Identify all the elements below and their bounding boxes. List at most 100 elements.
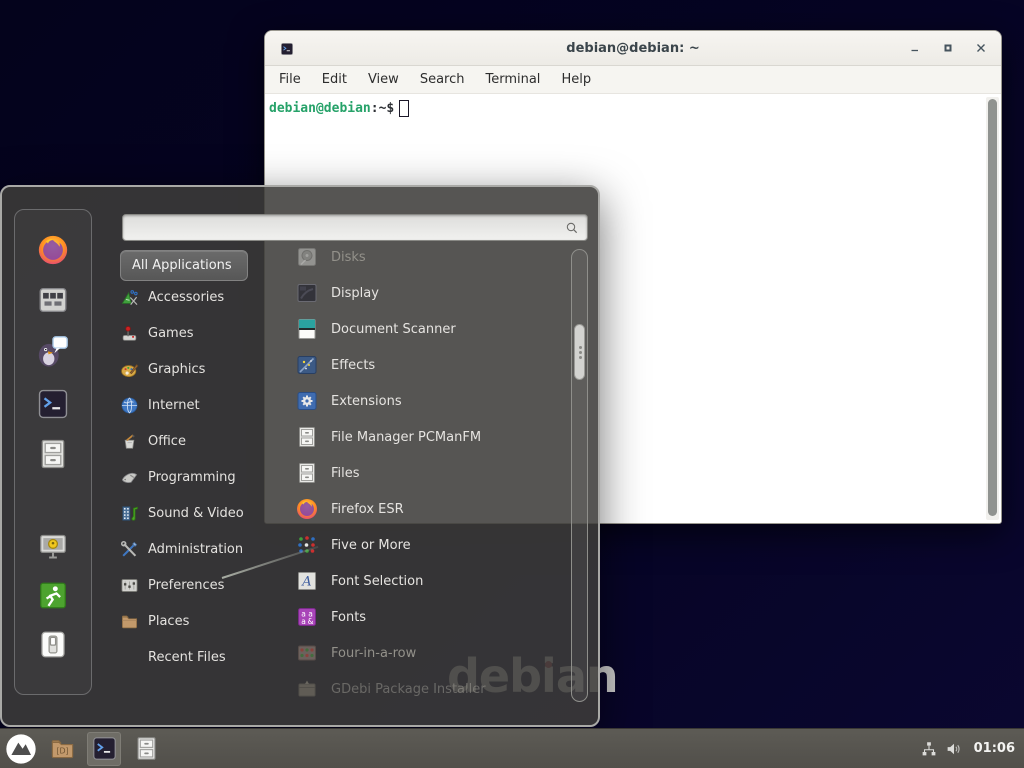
category-label: Places xyxy=(148,614,189,629)
category-office[interactable]: Office xyxy=(120,423,272,459)
terminal-menu-edit[interactable]: Edit xyxy=(320,71,349,88)
terminal-menubar: File Edit View Search Terminal Help xyxy=(265,66,1001,94)
category-label: Accessories xyxy=(148,290,224,305)
app-font-selection[interactable]: A Font Selection xyxy=(295,563,567,599)
session-lock-screen-button[interactable] xyxy=(38,531,69,562)
taskbar-file-manager-folder-button[interactable]: [D] xyxy=(45,732,79,766)
effects-icon xyxy=(295,353,319,377)
app-gdebi-package-installer[interactable]: GDebi Package Installer xyxy=(295,671,567,707)
all-applications-button[interactable]: All Applications xyxy=(120,250,248,281)
app-label: File Manager PCManFM xyxy=(331,430,481,445)
favorite-firefox-button[interactable] xyxy=(36,233,70,267)
app-effects[interactable]: Effects xyxy=(295,347,567,383)
scrollbar-grip xyxy=(579,346,582,349)
app-fonts[interactable]: aaa&Fonts xyxy=(295,599,567,635)
programming-icon xyxy=(120,468,139,487)
app-display[interactable]: Display xyxy=(295,275,567,311)
menu-search-bar[interactable] xyxy=(122,214,588,241)
category-programming[interactable]: Programming xyxy=(120,459,272,495)
terminal-menu-file[interactable]: File xyxy=(277,71,303,88)
favorite-software-button[interactable] xyxy=(36,283,70,317)
category-label: Sound & Video xyxy=(148,506,244,521)
app-label: GDebi Package Installer xyxy=(331,682,486,697)
office-icon xyxy=(120,432,139,451)
search-icon xyxy=(564,220,580,236)
category-label: Administration xyxy=(148,542,243,557)
category-graphics[interactable]: Graphics xyxy=(120,351,272,387)
window-minimize-icon[interactable] xyxy=(909,42,921,54)
category-places[interactable]: Places xyxy=(120,603,272,639)
category-administration[interactable]: Administration xyxy=(120,531,272,567)
firefox-icon xyxy=(295,497,319,521)
app-extensions[interactable]: Extensions xyxy=(295,383,567,419)
favorite-terminal-button[interactable] xyxy=(36,387,70,421)
app-label: Font Selection xyxy=(331,574,423,589)
window-controls xyxy=(909,31,987,65)
terminal-menu-terminal[interactable]: Terminal xyxy=(483,71,542,88)
app-label: Display xyxy=(331,286,379,301)
app-label: Extensions xyxy=(331,394,402,409)
terminal-app-icon xyxy=(36,387,70,421)
accessories-icon xyxy=(120,288,139,307)
extensions-icon xyxy=(295,389,319,413)
file-cabinet-icon xyxy=(295,425,319,449)
volume-icon[interactable] xyxy=(945,740,963,758)
app-four-in-a-row[interactable]: Four-in-a-row xyxy=(295,635,567,671)
app-firefox-esr[interactable]: Firefox ESR xyxy=(295,491,567,527)
gdebi-icon xyxy=(295,677,319,701)
category-accessories[interactable]: Accessories xyxy=(120,279,272,315)
session-log-out-button[interactable] xyxy=(38,580,69,611)
menu-button[interactable] xyxy=(5,733,37,765)
window-close-icon[interactable] xyxy=(975,42,987,54)
app-label: Disks xyxy=(331,250,366,265)
log-out-icon xyxy=(38,580,69,611)
system-tray xyxy=(920,740,963,758)
session-quit-button[interactable] xyxy=(38,629,69,660)
application-list-scrollbar[interactable] xyxy=(571,249,588,702)
preferences-icon xyxy=(120,576,139,595)
sound-video-icon xyxy=(120,504,139,523)
terminal-app-icon xyxy=(91,735,118,762)
terminal-scrollbar-thumb[interactable] xyxy=(988,99,997,516)
power-icon xyxy=(38,629,69,660)
app-label: Document Scanner xyxy=(331,322,456,337)
category-internet[interactable]: Internet xyxy=(120,387,272,423)
terminal-menu-search[interactable]: Search xyxy=(418,71,467,88)
app-disks[interactable]: Disks xyxy=(295,239,567,275)
category-games[interactable]: Games xyxy=(120,315,272,351)
window-maximize-icon[interactable] xyxy=(942,42,954,54)
category-recent-files[interactable]: Recent Files xyxy=(120,639,272,675)
search-input[interactable] xyxy=(130,218,564,238)
category-list: AccessoriesGamesGraphicsInternetOfficePr… xyxy=(120,279,272,675)
app-file-manager-pcmanfm[interactable]: File Manager PCManFM xyxy=(295,419,567,455)
taskbar-file-manager-button[interactable] xyxy=(129,732,163,766)
disks-icon xyxy=(295,245,319,269)
terminal-menu-help[interactable]: Help xyxy=(559,71,593,88)
clock[interactable]: 01:06 xyxy=(974,741,1015,756)
prompt-user-host: debian@debian xyxy=(269,101,371,116)
category-preferences[interactable]: Preferences xyxy=(120,567,272,603)
fonts-icon: aaa& xyxy=(295,605,319,629)
app-files[interactable]: Files xyxy=(295,455,567,491)
favorite-chat-button[interactable] xyxy=(36,334,70,368)
favorite-file-manager-button[interactable] xyxy=(36,437,70,471)
taskbar-terminal-button[interactable] xyxy=(87,732,121,766)
no-icon xyxy=(120,648,139,667)
svg-text:A: A xyxy=(301,575,311,590)
application-list: Disks Display Document Scanner Effects Exten… xyxy=(295,239,567,707)
terminal-titlebar[interactable]: debian@debian: ~ xyxy=(265,31,1001,66)
svg-text:[D]: [D] xyxy=(56,747,68,756)
games-icon xyxy=(120,324,139,343)
category-label: Preferences xyxy=(148,578,224,593)
app-document-scanner[interactable]: Document Scanner xyxy=(295,311,567,347)
network-icon[interactable] xyxy=(920,740,938,758)
application-list-scrollbar-thumb[interactable] xyxy=(574,324,585,380)
app-five-or-more[interactable]: Five or More xyxy=(295,527,567,563)
terminal-menu-view[interactable]: View xyxy=(366,71,401,88)
category-label: Recent Files xyxy=(148,650,226,665)
document-scanner-icon xyxy=(295,317,319,341)
terminal-scrollbar[interactable] xyxy=(986,97,999,520)
category-sound-video[interactable]: Sound & Video xyxy=(120,495,272,531)
svg-text:a: a xyxy=(301,617,306,626)
firefox-icon xyxy=(36,233,70,267)
